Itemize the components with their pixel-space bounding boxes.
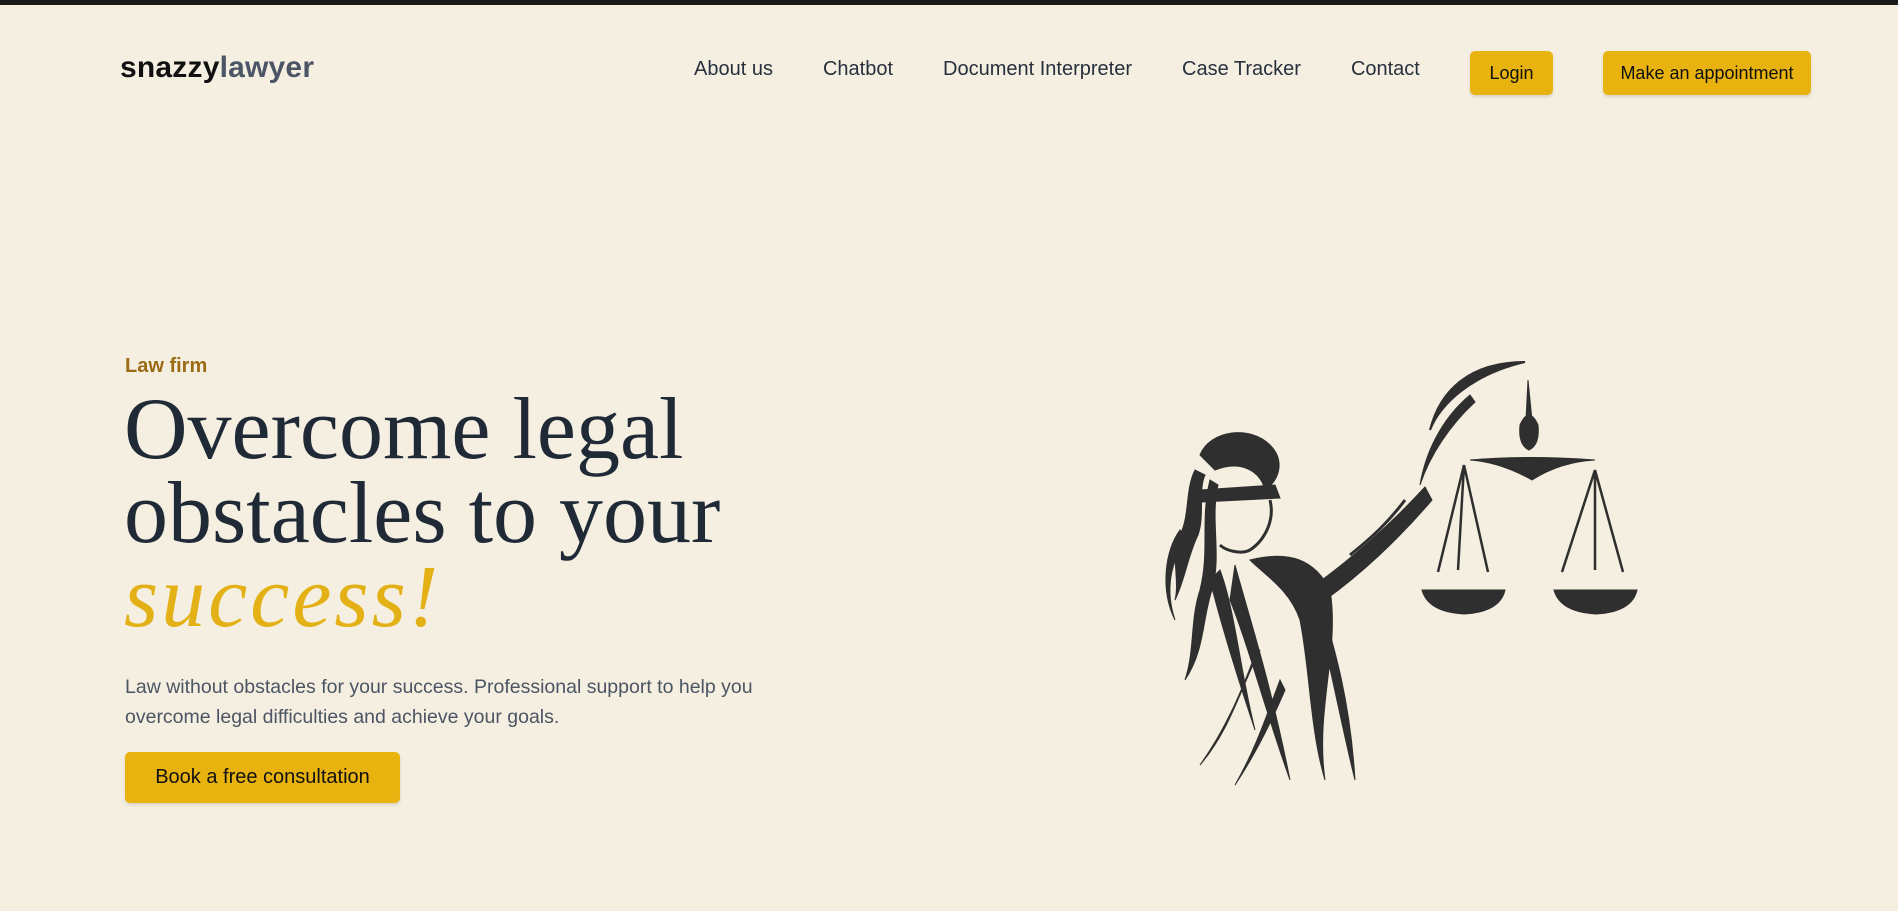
- brand-logo-part2: lawyer: [219, 51, 315, 84]
- nav-item-contact[interactable]: Contact: [1351, 58, 1420, 81]
- lady-justice-illustration: [1165, 361, 1638, 786]
- brand-logo-part1: snazzy: [120, 51, 220, 84]
- login-button[interactable]: Login: [1470, 51, 1553, 95]
- hero-headline: Overcome legal obstacles to your success…: [124, 381, 824, 646]
- book-consultation-button[interactable]: Book a free consultation: [125, 752, 400, 803]
- nav-item-about-us[interactable]: About us: [694, 58, 773, 81]
- nav-item-document-interpreter[interactable]: Document Interpreter: [943, 58, 1132, 81]
- hero-headline-accent: success!: [124, 549, 442, 646]
- site-header: snazzylawyer About us Chatbot Document I…: [0, 5, 1898, 135]
- hero-eyebrow: Law firm: [125, 355, 208, 377]
- hero-headline-line2: obstacles to your: [124, 465, 721, 562]
- hero-headline-line1: Overcome legal: [124, 381, 684, 478]
- nav-item-chatbot[interactable]: Chatbot: [823, 58, 893, 81]
- make-appointment-button[interactable]: Make an appointment: [1603, 51, 1811, 95]
- hero-description: Law without obstacles for your success. …: [125, 676, 753, 728]
- nav-item-case-tracker[interactable]: Case Tracker: [1182, 58, 1301, 81]
- main-nav: About us Chatbot Document Interpreter Ca…: [694, 58, 1470, 81]
- brand-logo[interactable]: snazzylawyer: [120, 51, 314, 85]
